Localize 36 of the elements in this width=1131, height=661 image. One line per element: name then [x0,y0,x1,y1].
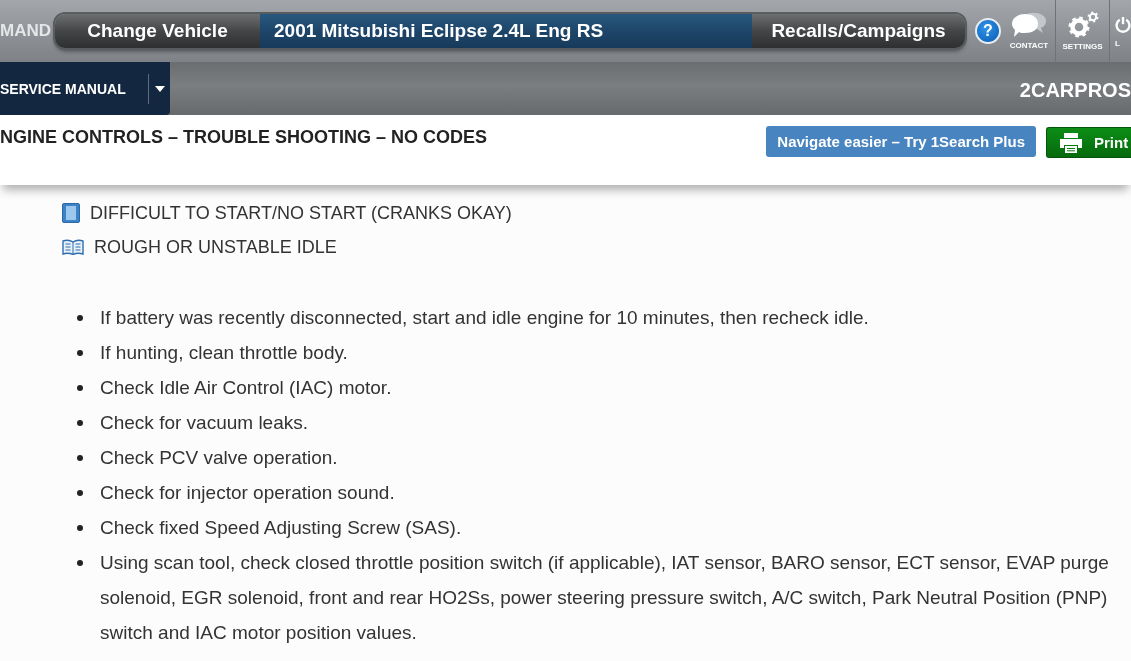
bullet-icon [77,454,83,461]
document-icon [62,203,80,223]
contact-button[interactable]: CONTACT [1003,0,1055,62]
bullet-icon [77,384,83,391]
recalls-button[interactable]: Recalls/Campaigns [752,14,965,48]
logo-text: MAND [0,21,52,41]
brand-text: 2CARPROS [1019,79,1131,102]
checklist-item: Check for vacuum leaks. [100,411,309,435]
service-manual-menu[interactable]: SERVICE MANUAL [0,62,170,115]
vehicle-display: 2001 Mitsubishi Eclipse 2.4L Eng RS [260,14,752,48]
checklist-item: Check PCV valve operation. [100,446,338,470]
book-icon [62,239,84,255]
checklist-item: Check fixed Speed Adjusting Screw (SAS). [100,516,462,540]
change-vehicle-button[interactable]: Change Vehicle [55,14,260,48]
bullet-icon [77,419,83,426]
caret-icon [155,85,165,92]
print-button[interactable]: Print [1046,127,1131,158]
power-icon [1115,14,1131,36]
checklist-item: Using scan tool, check closed throttle position switch (if applicable), IAT sensor, BARO sensor, ECT sensor, EVAP purge solenoid, EGR solenoid, front and rear HO2Ss, power steering pressure switch, A/C switch, Park Neutral Position (PNP) switch and IAC motor position values. [100,551,1110,645]
bullet-icon [77,489,83,496]
search-plus-button[interactable]: Navigate easier – Try 1Search Plus [766,126,1036,157]
printer-icon [1059,131,1083,154]
bullet-icon [77,349,83,356]
chat-icon [1011,12,1047,38]
page-title: NGINE CONTROLS – TROUBLE SHOOTING – NO CODES [0,126,489,148]
checklist-item: Check for injector operation sound. [100,481,395,505]
checklist-item: If hunting, clean throttle body. [100,341,348,365]
bullet-icon [77,524,83,531]
help-button[interactable]: ? [975,18,1001,44]
checklist-item: If battery was recently disconnected, start and idle engine for 10 minutes, then recheck idle. [100,306,869,330]
checklist-item: Check Idle Air Control (IAC) motor. [100,376,392,400]
bullet-icon [77,559,83,566]
topic-link[interactable]: ROUGH OR UNSTABLE IDLE [62,230,337,264]
logout-button[interactable]: L [1110,0,1131,62]
bullet-icon [77,314,83,321]
topic-link[interactable]: DIFFICULT TO START/NO START (CRANKS OKAY) [62,196,512,230]
